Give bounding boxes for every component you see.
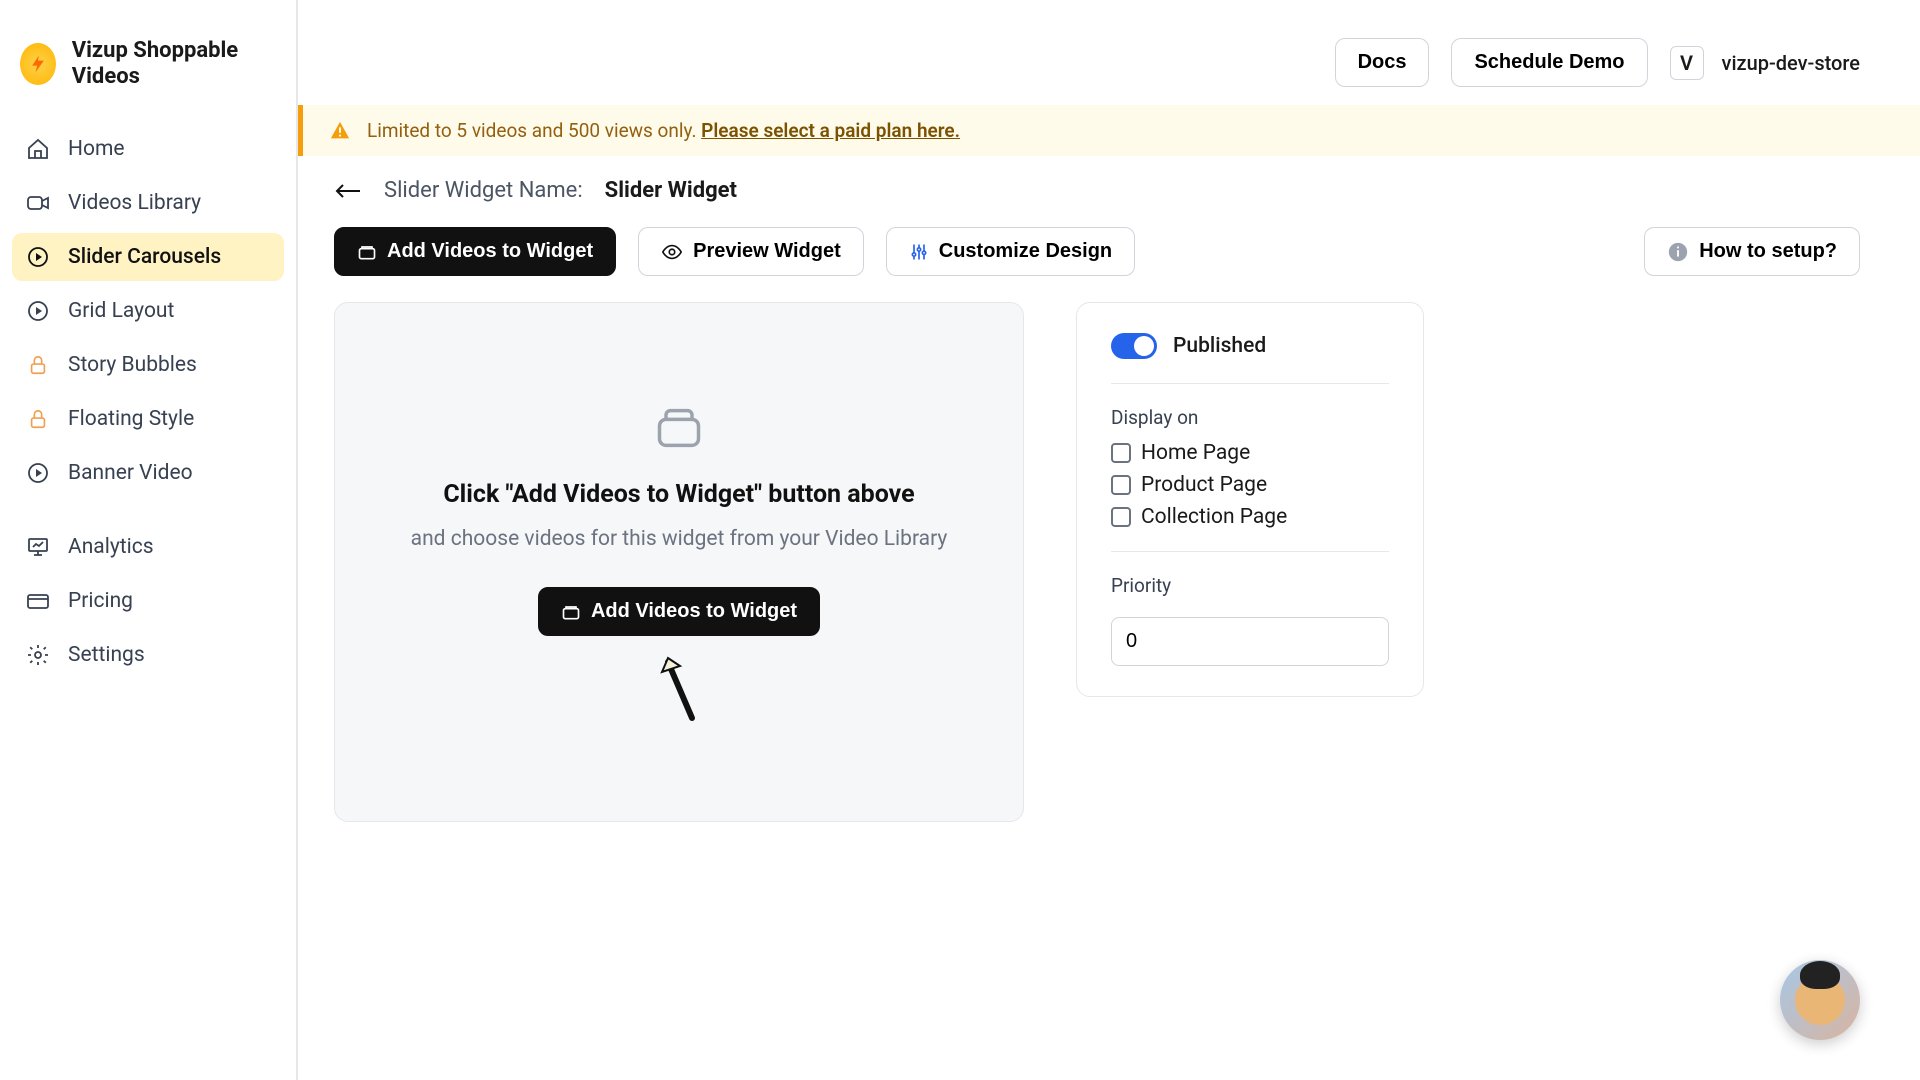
sliders-icon [909,242,929,262]
widget-name-label: Slider Widget Name: [384,178,583,203]
main: Docs Schedule Demo V vizup-dev-store Lim… [298,0,1920,1080]
widget-header-row: Slider Widget Name: Slider Widget [334,178,1860,203]
warning-icon [329,120,351,142]
how-to-setup-button[interactable]: How to setup? [1644,227,1860,276]
sidebar: Vizup Shoppable Videos Home Videos Libra… [0,0,298,1080]
home-page-checkbox[interactable] [1111,443,1131,463]
schedule-demo-button[interactable]: Schedule Demo [1451,38,1647,87]
eye-icon [661,241,683,263]
sidebar-nav: Home Videos Library Slider Carousels Gri… [12,125,284,679]
home-icon [26,137,50,161]
widget-toolbar: Add Videos to Widget Preview Widget Cust… [334,227,1860,276]
lock-icon [26,353,50,377]
support-chat-button[interactable] [1780,960,1860,1040]
credit-card-icon [26,589,50,613]
widget-settings-card: Published Display on Home Page Product P… [1076,302,1424,697]
published-toggle[interactable] [1111,333,1157,359]
sidebar-item-label: Slider Carousels [68,245,221,269]
panel-row: Click "Add Videos to Widget" button abov… [334,302,1860,822]
topbar: Docs Schedule Demo V vizup-dev-store [298,0,1920,105]
sidebar-item-banner-video[interactable]: Banner Video [12,449,284,497]
play-circle-icon [26,461,50,485]
display-collection-row: Collection Page [1111,505,1389,529]
customize-design-button[interactable]: Customize Design [886,227,1135,276]
info-icon [1667,241,1689,263]
select-plan-link[interactable]: Please select a paid plan here. [701,119,960,142]
avatar-image [1795,975,1845,1025]
sidebar-item-analytics[interactable]: Analytics [12,523,284,571]
library-icon [561,602,581,622]
sidebar-item-label: Banner Video [68,461,193,485]
gear-icon [26,643,50,667]
published-row: Published [1111,333,1389,384]
published-label: Published [1173,334,1266,358]
presentation-icon [26,535,50,559]
sidebar-item-videos-library[interactable]: Videos Library [12,179,284,227]
brand: Vizup Shoppable Videos [12,38,284,119]
docs-button[interactable]: Docs [1335,38,1430,87]
add-videos-label: Add Videos to Widget [387,240,593,263]
sidebar-item-pricing[interactable]: Pricing [12,577,284,625]
library-large-icon [651,402,707,454]
widget-name-value: Slider Widget [605,178,737,203]
display-on-label: Display on [1111,406,1389,429]
video-camera-icon [26,191,50,215]
empty-subtitle: and choose videos for this widget from y… [411,527,948,551]
play-circle-icon [26,245,50,269]
sidebar-item-settings[interactable]: Settings [12,631,284,679]
sidebar-item-label: Grid Layout [68,299,174,323]
sidebar-item-label: Floating Style [68,407,194,431]
collection-page-checkbox[interactable] [1111,507,1131,527]
sidebar-item-home[interactable]: Home [12,125,284,173]
priority-input[interactable] [1111,617,1389,666]
sidebar-item-grid-layout[interactable]: Grid Layout [12,287,284,335]
priority-label: Priority [1111,574,1389,597]
add-videos-cta-label: Add Videos to Widget [591,600,797,623]
sidebar-item-label: Settings [68,643,145,667]
content: Slider Widget Name: Slider Widget Add Vi… [298,156,1920,822]
add-videos-cta-button[interactable]: Add Videos to Widget [538,587,820,636]
back-button[interactable] [334,181,362,201]
sidebar-item-floating-style[interactable]: Floating Style [12,395,284,443]
product-page-checkbox[interactable] [1111,475,1131,495]
alert-text: Limited to 5 videos and 500 views only. … [367,119,960,142]
add-videos-button[interactable]: Add Videos to Widget [334,227,616,276]
schedule-demo-label: Schedule Demo [1474,51,1624,74]
account-menu[interactable]: V vizup-dev-store [1670,46,1860,80]
how-to-setup-label: How to setup? [1699,240,1837,263]
play-circle-icon [26,299,50,323]
plan-limit-alert: Limited to 5 videos and 500 views only. … [298,105,1920,156]
display-product-row: Product Page [1111,473,1389,497]
collection-page-label: Collection Page [1141,505,1287,529]
display-home-row: Home Page [1111,441,1389,465]
empty-title: Click "Add Videos to Widget" button abov… [443,480,914,509]
account-avatar: V [1670,46,1704,80]
sidebar-item-label: Story Bubbles [68,353,197,377]
library-icon [357,242,377,262]
sidebar-item-label: Home [68,137,125,161]
brand-title: Vizup Shoppable Videos [72,38,276,91]
lock-icon [26,407,50,431]
sidebar-item-label: Analytics [68,535,154,559]
product-page-label: Product Page [1141,473,1267,497]
empty-state-card: Click "Add Videos to Widget" button abov… [334,302,1024,822]
docs-label: Docs [1358,51,1407,74]
account-name: vizup-dev-store [1722,51,1860,75]
sidebar-item-label: Videos Library [68,191,201,215]
brand-logo-icon [20,43,56,85]
sidebar-item-label: Pricing [68,589,133,613]
pointer-arrow-icon [656,654,702,722]
sidebar-item-story-bubbles[interactable]: Story Bubbles [12,341,284,389]
home-page-label: Home Page [1141,441,1250,465]
customize-label: Customize Design [939,240,1112,263]
sidebar-item-slider-carousels[interactable]: Slider Carousels [12,233,284,281]
preview-widget-button[interactable]: Preview Widget [638,227,864,276]
preview-label: Preview Widget [693,240,841,263]
